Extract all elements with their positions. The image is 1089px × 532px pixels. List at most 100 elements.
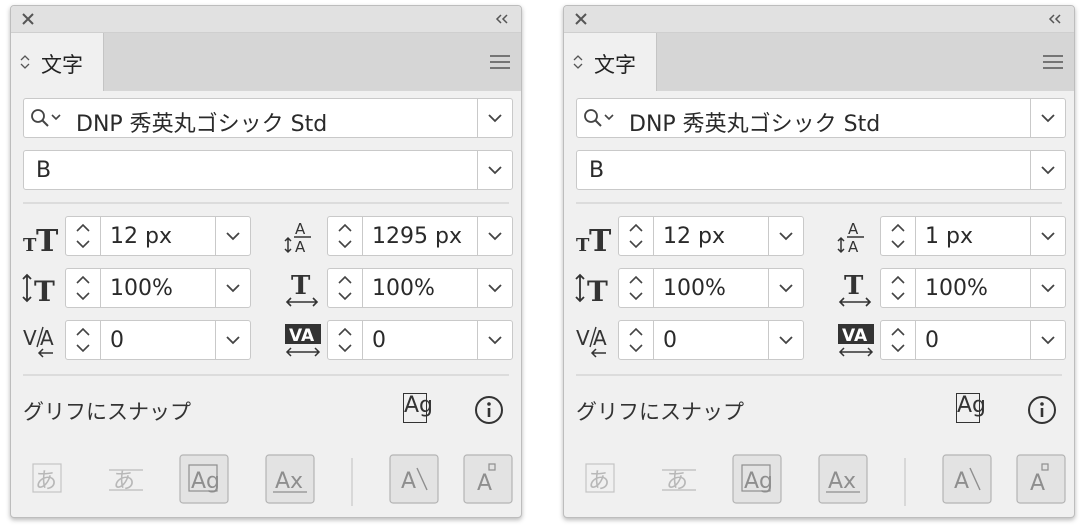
x-height-snap-icon[interactable]: Ax bbox=[265, 454, 315, 504]
tracking-value: 0 bbox=[925, 328, 939, 353]
info-icon[interactable] bbox=[473, 394, 505, 426]
chevron-down-icon[interactable] bbox=[769, 217, 803, 255]
chevron-down-icon[interactable] bbox=[478, 151, 512, 189]
search-icon[interactable] bbox=[583, 108, 619, 128]
up-down-stepper-icon[interactable] bbox=[66, 269, 100, 307]
chevron-down-icon[interactable] bbox=[769, 269, 803, 307]
font-style-value: B bbox=[589, 158, 605, 183]
horizontal-scale-field[interactable]: 100% bbox=[327, 268, 513, 308]
horizontal-scale-field[interactable]: 100% bbox=[880, 268, 1066, 308]
up-down-stepper-icon[interactable] bbox=[619, 269, 653, 307]
expand-collapse-arrows-icon[interactable] bbox=[572, 54, 584, 70]
anchor-point-snap-icon[interactable]: A bbox=[463, 454, 513, 504]
vertical-scale-field[interactable]: 100% bbox=[65, 268, 251, 308]
svg-text:A: A bbox=[295, 238, 306, 256]
button-group-divider bbox=[904, 458, 906, 506]
tab-character[interactable]: 文字 bbox=[564, 33, 657, 91]
angle-snap-icon[interactable]: A bbox=[942, 454, 992, 504]
up-down-stepper-icon[interactable] bbox=[619, 321, 653, 359]
svg-text:V: V bbox=[576, 326, 590, 350]
tracking-field[interactable]: 0 bbox=[327, 320, 513, 360]
snap-icon-text: Ag bbox=[957, 393, 987, 418]
svg-text:T: T bbox=[34, 275, 55, 308]
up-down-stepper-icon[interactable] bbox=[66, 217, 100, 255]
font-size-field[interactable]: 12 px bbox=[618, 216, 804, 256]
horizontal-scale-value: 100% bbox=[925, 276, 988, 301]
chevron-down-icon[interactable] bbox=[216, 321, 250, 359]
collapse-panel-icon[interactable] bbox=[493, 12, 511, 26]
font-style-value: B bbox=[36, 158, 52, 183]
panel-titlebar bbox=[11, 6, 521, 33]
up-down-stepper-icon[interactable] bbox=[328, 217, 362, 255]
chevron-down-icon[interactable] bbox=[1031, 217, 1065, 255]
leading-field[interactable]: 1 px bbox=[880, 216, 1066, 256]
svg-text:T: T bbox=[589, 224, 612, 259]
search-icon[interactable] bbox=[30, 108, 66, 128]
info-icon[interactable] bbox=[1026, 394, 1058, 426]
chevron-down-icon[interactable] bbox=[478, 217, 512, 255]
svg-text:T: T bbox=[291, 271, 311, 301]
vertical-scale-icon: T bbox=[22, 273, 55, 308]
baseline-snap-icon[interactable]: Ag bbox=[179, 454, 229, 504]
font-size-icon: T T bbox=[23, 224, 59, 259]
font-style-field[interactable]: B bbox=[23, 150, 513, 190]
up-down-stepper-icon[interactable] bbox=[619, 217, 653, 255]
svg-text:T: T bbox=[576, 235, 590, 256]
chevron-down-icon[interactable] bbox=[1031, 321, 1065, 359]
chevron-down-icon[interactable] bbox=[1031, 151, 1065, 189]
snap-to-glyph-label: グリフにスナップ bbox=[576, 400, 744, 424]
tab-character[interactable]: 文字 bbox=[11, 33, 104, 91]
tracking-icon: VA bbox=[838, 324, 874, 357]
angle-snap-icon[interactable]: A bbox=[389, 454, 439, 504]
svg-text:T: T bbox=[23, 235, 37, 256]
snap-to-glyph-icon[interactable]: Ag bbox=[401, 391, 441, 427]
snap-to-glyph-icon[interactable]: Ag bbox=[954, 391, 994, 427]
tab-bar: 文字 bbox=[564, 33, 1074, 91]
chevron-down-icon[interactable] bbox=[216, 269, 250, 307]
chevron-down-icon[interactable] bbox=[216, 217, 250, 255]
horizontal-scale-icon: T bbox=[285, 271, 319, 307]
snap-to-glyph-label: グリフにスナップ bbox=[23, 400, 191, 424]
close-icon[interactable] bbox=[572, 10, 590, 28]
up-down-stepper-icon[interactable] bbox=[881, 321, 915, 359]
chevron-down-icon[interactable] bbox=[1031, 99, 1065, 137]
leading-field[interactable]: 1295 px bbox=[327, 216, 513, 256]
leading-icon: A A bbox=[837, 220, 864, 256]
chevron-down-icon[interactable] bbox=[478, 321, 512, 359]
font-family-field[interactable]: DNP 秀英丸ゴシック Std bbox=[23, 98, 513, 138]
kerning-field[interactable]: 0 bbox=[618, 320, 804, 360]
font-size-field[interactable]: 12 px bbox=[65, 216, 251, 256]
up-down-stepper-icon[interactable] bbox=[66, 321, 100, 359]
panel-menu-icon[interactable] bbox=[1042, 54, 1064, 70]
up-down-stepper-icon[interactable] bbox=[328, 269, 362, 307]
chevron-down-icon[interactable] bbox=[478, 269, 512, 307]
baseline-snap-icon[interactable]: Ag bbox=[732, 454, 782, 504]
up-down-stepper-icon[interactable] bbox=[881, 217, 915, 255]
font-style-field[interactable]: B bbox=[576, 150, 1066, 190]
strikethrough-hiragana-icon[interactable]: あ bbox=[654, 454, 704, 504]
vertical-scale-value: 100% bbox=[110, 276, 173, 301]
chevron-down-icon[interactable] bbox=[1031, 269, 1065, 307]
chevron-down-icon[interactable] bbox=[478, 99, 512, 137]
expand-collapse-arrows-icon[interactable] bbox=[19, 54, 31, 70]
font-family-field[interactable]: DNP 秀英丸ゴシック Std bbox=[576, 98, 1066, 138]
leading-value: 1295 px bbox=[372, 224, 462, 249]
up-down-stepper-icon[interactable] bbox=[328, 321, 362, 359]
x-height-snap-icon[interactable]: Ax bbox=[818, 454, 868, 504]
collapse-panel-icon[interactable] bbox=[1046, 12, 1064, 26]
svg-text:VA: VA bbox=[842, 326, 868, 346]
vertical-scale-field[interactable]: 100% bbox=[618, 268, 804, 308]
chevron-down-icon[interactable] bbox=[769, 321, 803, 359]
tab-label: 文字 bbox=[594, 53, 636, 77]
up-down-stepper-icon[interactable] bbox=[881, 269, 915, 307]
anchor-point-snap-icon[interactable]: A bbox=[1016, 454, 1066, 504]
panel-menu-icon[interactable] bbox=[489, 54, 511, 70]
kerning-field[interactable]: 0 bbox=[65, 320, 251, 360]
font-size-icon: T T bbox=[576, 224, 612, 259]
close-icon[interactable] bbox=[19, 10, 37, 28]
hiragana-icon[interactable]: あ bbox=[576, 454, 626, 504]
tracking-field[interactable]: 0 bbox=[880, 320, 1066, 360]
hiragana-icon[interactable]: あ bbox=[23, 454, 73, 504]
strikethrough-hiragana-icon[interactable]: あ bbox=[101, 454, 151, 504]
leading-value: 1 px bbox=[925, 224, 973, 249]
